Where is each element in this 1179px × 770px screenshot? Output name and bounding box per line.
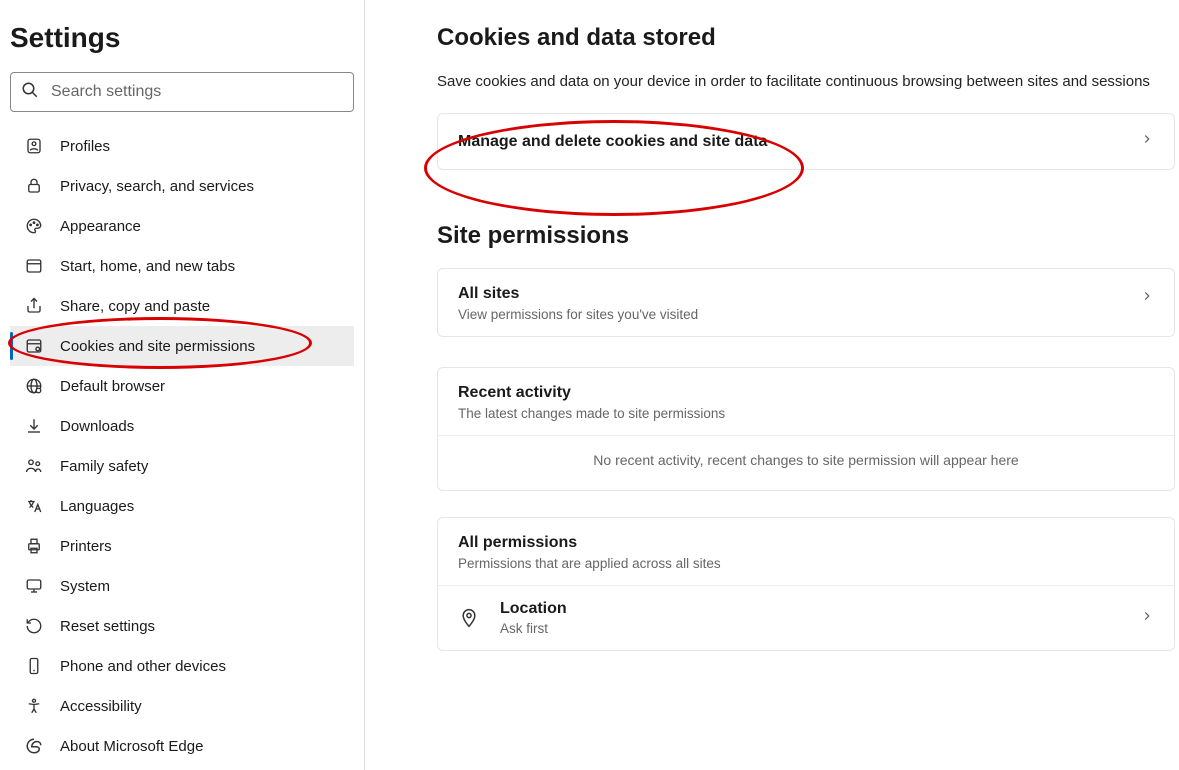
a11y-icon (24, 696, 44, 716)
recent-activity-empty: No recent activity, recent changes to si… (438, 435, 1174, 490)
settings-nav: Profiles Privacy, search, and services App… (10, 126, 354, 766)
sidebar-item-family[interactable]: Family safety (10, 446, 354, 486)
sidebar-item-label: Family safety (60, 458, 148, 475)
cookies-description: Save cookies and data on your device in … (437, 70, 1157, 93)
sidebar-item-phone[interactable]: Phone and other devices (10, 646, 354, 686)
recent-activity-title: Recent activity (458, 384, 1154, 402)
sidebar-item-globe[interactable]: Default browser (10, 366, 354, 406)
sidebar-item-label: Share, copy and paste (60, 298, 210, 315)
all-permissions-card: All permissions Permissions that are app… (437, 517, 1175, 651)
window-icon (24, 256, 44, 276)
manage-cookies-card[interactable]: Manage and delete cookies and site data (437, 113, 1175, 170)
search-container[interactable] (10, 72, 354, 112)
search-icon (21, 81, 39, 104)
edge-icon (24, 736, 44, 756)
lock-icon (24, 176, 44, 196)
sidebar-item-label: System (60, 578, 110, 595)
sidebar-item-label: Profiles (60, 138, 110, 155)
manage-cookies-label: Manage and delete cookies and site data (458, 133, 1140, 151)
recent-activity-card: Recent activity The latest changes made … (437, 367, 1175, 491)
sidebar-item-profile[interactable]: Profiles (10, 126, 354, 166)
site-permissions-heading: Site permissions (437, 222, 1169, 250)
globe-icon (24, 376, 44, 396)
sidebar-item-reset[interactable]: Reset settings (10, 606, 354, 646)
settings-sidebar: Settings Profiles Privacy, search, and se… (0, 0, 365, 770)
permission-location[interactable]: Location Ask first (438, 585, 1174, 650)
permission-location-title: Location (500, 600, 1140, 618)
settings-main: Cookies and data stored Save cookies and… (365, 0, 1179, 770)
printer-icon (24, 536, 44, 556)
system-icon (24, 576, 44, 596)
chevron-right-icon (1140, 289, 1154, 308)
sidebar-item-window[interactable]: Start, home, and new tabs (10, 246, 354, 286)
sidebar-item-download[interactable]: Downloads (10, 406, 354, 446)
family-icon (24, 456, 44, 476)
sidebar-item-edge[interactable]: About Microsoft Edge (10, 726, 354, 766)
search-input[interactable] (51, 83, 343, 101)
sidebar-item-label: About Microsoft Edge (60, 738, 203, 755)
sidebar-item-label: Accessibility (60, 698, 142, 715)
sidebar-item-system[interactable]: System (10, 566, 354, 606)
palette-icon (24, 216, 44, 236)
all-permissions-title: All permissions (458, 534, 1154, 552)
language-icon (24, 496, 44, 516)
permission-location-sub: Ask first (500, 621, 1140, 636)
all-sites-sub: View permissions for sites you've visite… (458, 307, 1140, 322)
sidebar-item-label: Start, home, and new tabs (60, 258, 235, 275)
sidebar-item-label: Phone and other devices (60, 658, 226, 675)
sidebar-item-lock[interactable]: Privacy, search, and services (10, 166, 354, 206)
all-sites-title: All sites (458, 285, 1140, 303)
sidebar-item-label: Default browser (60, 378, 165, 395)
download-icon (24, 416, 44, 436)
sidebar-item-a11y[interactable]: Accessibility (10, 686, 354, 726)
location-icon (458, 607, 480, 629)
sidebar-item-label: Cookies and site permissions (60, 338, 255, 355)
chevron-right-icon (1140, 132, 1154, 151)
all-permissions-sub: Permissions that are applied across all … (458, 556, 1154, 571)
cookie-icon (24, 336, 44, 356)
sidebar-item-label: Downloads (60, 418, 134, 435)
sidebar-item-palette[interactable]: Appearance (10, 206, 354, 246)
reset-icon (24, 616, 44, 636)
sidebar-item-cookie[interactable]: Cookies and site permissions (10, 326, 354, 366)
page-title: Settings (10, 22, 354, 54)
sidebar-item-label: Languages (60, 498, 134, 515)
sidebar-item-language[interactable]: Languages (10, 486, 354, 526)
sidebar-item-label: Reset settings (60, 618, 155, 635)
sidebar-item-label: Privacy, search, and services (60, 178, 254, 195)
sidebar-item-printer[interactable]: Printers (10, 526, 354, 566)
sidebar-item-share[interactable]: Share, copy and paste (10, 286, 354, 326)
share-icon (24, 296, 44, 316)
recent-activity-sub: The latest changes made to site permissi… (458, 406, 1154, 421)
all-sites-card[interactable]: All sites View permissions for sites you… (437, 268, 1175, 337)
cookies-heading: Cookies and data stored (437, 24, 1169, 52)
sidebar-item-label: Printers (60, 538, 112, 555)
sidebar-item-label: Appearance (60, 218, 141, 235)
phone-icon (24, 656, 44, 676)
profile-icon (24, 136, 44, 156)
chevron-right-icon (1140, 609, 1154, 628)
